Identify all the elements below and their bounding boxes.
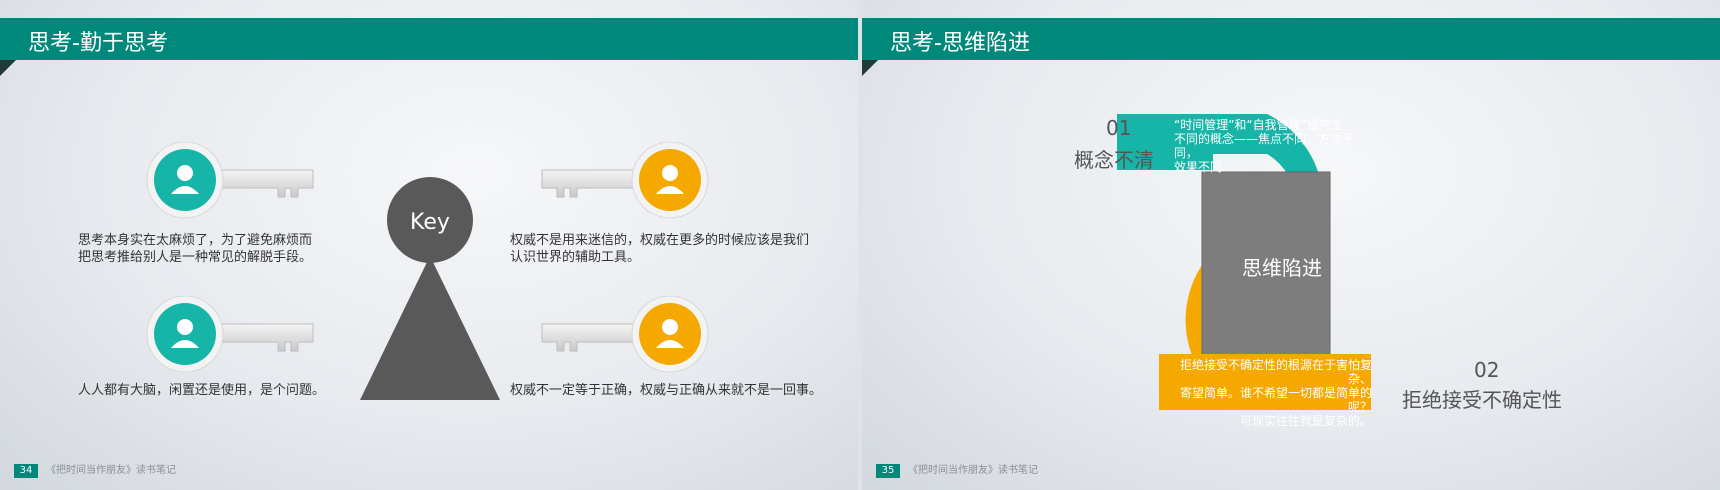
- caption-text: 人人都有大脑，闲置还是使用，是个问题。: [78, 383, 326, 398]
- title-bar: 思考-思维陷进: [862, 18, 1720, 76]
- item2-number: 02: [1474, 358, 1500, 382]
- slide-34: 思考-勤于思考 思考本身实在太麻烦了，为了避免麻烦而 把思考推给别人是一种常见的…: [0, 0, 858, 490]
- item1-title: 概念不清: [1074, 148, 1154, 172]
- page-number: 34: [14, 464, 38, 478]
- item1-number: 01: [1106, 116, 1132, 140]
- caption-4: 权威不一定等于正确，权威与正确从来就不是一回事。: [510, 382, 855, 399]
- slide-title: 思考-勤于思考: [28, 31, 168, 56]
- keyhole-label: Key: [410, 210, 450, 235]
- caption-text: 思考本身实在太麻烦了，为了避免麻烦而 把思考推给别人是一种常见的解脱手段。: [78, 233, 313, 265]
- title-bar-fold: [0, 60, 16, 76]
- key-graphic: [540, 296, 710, 378]
- key-graphic: [145, 296, 315, 378]
- center-label: 思维陷进: [1242, 256, 1322, 280]
- keyhole-icon: Key: [360, 177, 500, 400]
- title-bar-fold: [862, 60, 878, 76]
- title-bar: 思考-勤于思考: [0, 18, 858, 76]
- item2-title: 拒绝接受不确定性: [1402, 388, 1562, 412]
- page-number: 35: [876, 464, 900, 478]
- item2-desc: 拒绝接受不确定性的根源在于害怕复杂、 寄望简单。谁不希望一切都是简单的呢？ 可现…: [1179, 358, 1372, 428]
- slide-title: 思考-思维陷进: [890, 31, 1030, 56]
- footer-book-title: 《把时间当作朋友》读书笔记: [46, 465, 176, 476]
- key-graphic: [540, 142, 710, 224]
- footer-book-title: 《把时间当作朋友》读书笔记: [908, 465, 1038, 476]
- slide-35: 思考-思维陷进 思维陷进 “时间管理”和“自我管理”是完全 不同的概念——焦点不…: [862, 0, 1720, 490]
- caption-text: 权威不是用来迷信的，权威在更多的时候应该是我们 认识世界的辅助工具。: [510, 233, 810, 265]
- caption-3: 权威不是用来迷信的，权威在更多的时候应该是我们 认识世界的辅助工具。: [510, 232, 850, 266]
- caption-2: 人人都有大脑，闲置还是使用，是个问题。: [78, 382, 378, 399]
- caption-1: 思考本身实在太麻烦了，为了避免麻烦而 把思考推给别人是一种常见的解脱手段。: [78, 232, 368, 266]
- item1-desc: “时间管理”和“自我管理”是完全 不同的概念——焦点不同，方法不同， 效果不同……: [1174, 118, 1355, 174]
- caption-text: 权威不一定等于正确，权威与正确从来就不是一回事。: [510, 383, 823, 398]
- key-graphic: [145, 142, 315, 224]
